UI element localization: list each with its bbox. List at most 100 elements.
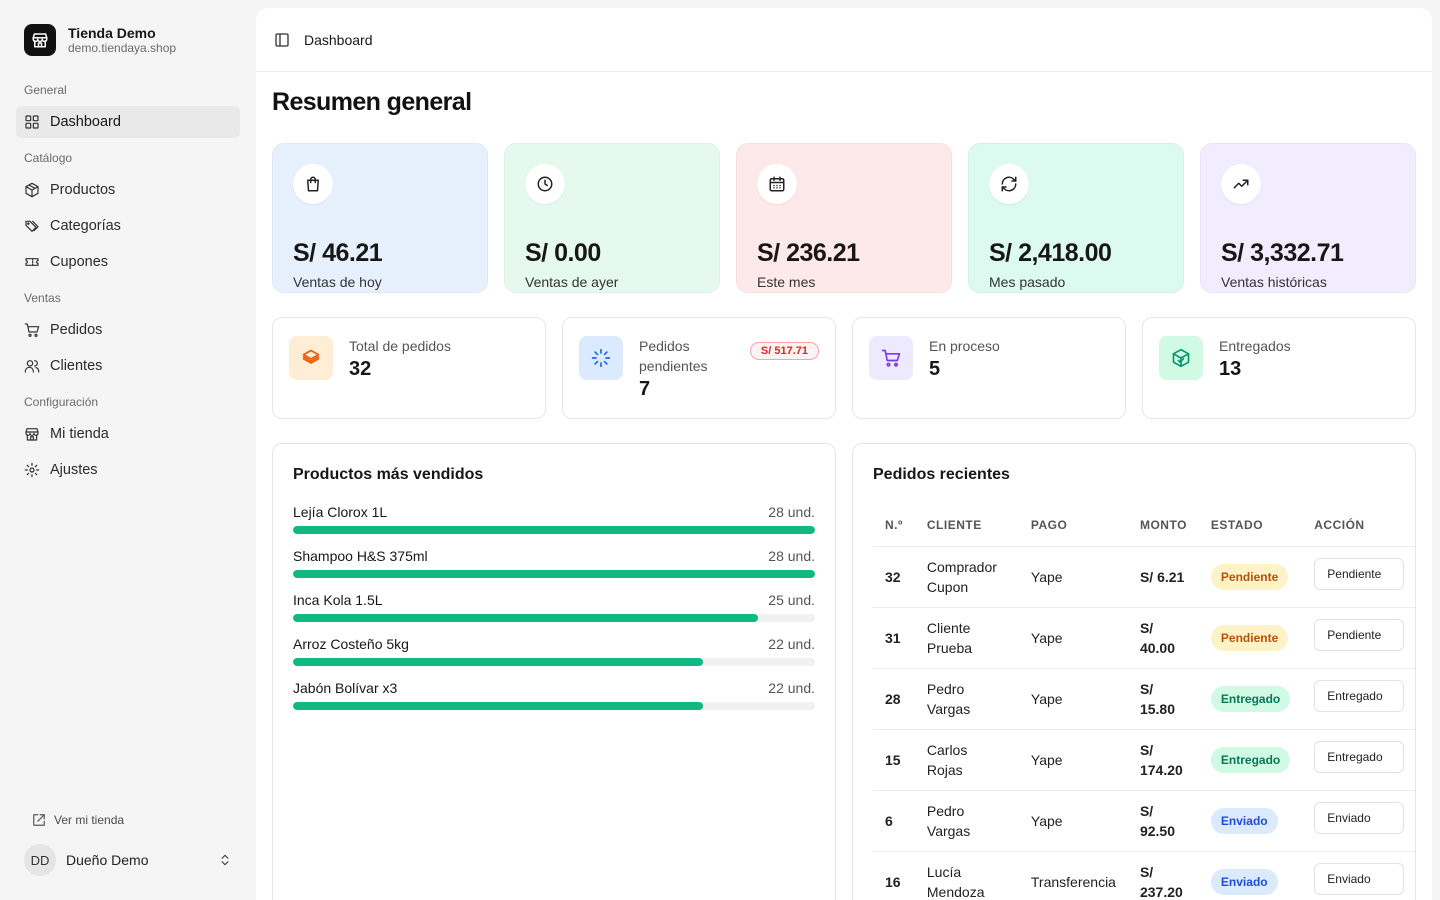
nav-group-label: Ventas [24, 291, 61, 305]
store-switcher[interactable]: Tienda Demo demo.tiendaya.shop [16, 8, 240, 56]
sidebar-item-categorias[interactable]: Categorías [16, 210, 240, 242]
package-check-icon [1172, 348, 1190, 368]
status-select[interactable]: Entregado [1314, 680, 1405, 712]
order-payment: Yape [1018, 546, 1128, 608]
nav-group-label: Catálogo [24, 151, 73, 165]
order-stats: Total de pedidos 32 Pedidos pendientes 7 S/ … [272, 317, 1416, 419]
cart-icon [24, 323, 40, 337]
tags-icon [25, 220, 39, 232]
client-name: Carlos Rojas [926, 741, 968, 778]
order-payment: Transferencia [1018, 851, 1128, 900]
order-action: Pendiente [1302, 607, 1415, 669]
status-badge: Enviado [1210, 868, 1278, 895]
stat-card: S/ 0.00 Ventas de ayer [504, 143, 720, 293]
list-item: Arroz Costeño 5kg 22 und. [293, 636, 815, 666]
status-badge: Pendiente [1210, 624, 1289, 651]
sidebar-item-label: Productos [50, 182, 116, 198]
product-qty: 28 und. [768, 504, 815, 520]
order-payment: Yape [1018, 790, 1128, 852]
order-stat-icon-wrap [289, 336, 333, 380]
table-row[interactable]: 16 Lucía Mendoza Transferencia S/ 237.20 Env… [873, 851, 1415, 900]
table-row[interactable]: 15 Carlos Rojas Yape S/ 174.20 Entregado Entr… [873, 729, 1415, 791]
refresh-icon [1001, 176, 1017, 192]
sidebar-item-productos[interactable]: Productos [16, 174, 240, 206]
view-store-label: Ver mi tienda [54, 813, 125, 827]
sales-stats: S/ 46.21 Ventas de hoy S/ 0.00 Ventas de ay… [272, 143, 1416, 293]
product-bar [293, 702, 815, 710]
status-select[interactable]: Entregado [1314, 741, 1405, 773]
clock-icon [537, 176, 553, 192]
sidebar-item-pedidos[interactable]: Pedidos [16, 314, 240, 346]
product-bar [293, 614, 815, 622]
user-name: Dueño Demo [66, 852, 149, 868]
stat-value: S/ 0.00 [525, 239, 601, 267]
product-bar-fill [293, 702, 703, 710]
store-domain: demo.tiendaya.shop [68, 41, 177, 55]
stat-icon-wrap [989, 164, 1029, 204]
sidebar-item-dashboard[interactable]: Dashboard [16, 106, 240, 138]
column-header: CLIENTE [914, 504, 1019, 547]
view-store-link[interactable]: Ver mi tienda [16, 806, 240, 834]
sidebar-item-cupones[interactable]: Cupones [16, 246, 240, 278]
client-name: Comprador Cupon [926, 558, 997, 595]
order-amount: S/ 174.20 [1127, 729, 1199, 791]
product-bar [293, 658, 815, 666]
order-action: Pendiente [1302, 546, 1415, 608]
product-bar-fill [293, 614, 758, 622]
column-header: ESTADO [1198, 504, 1303, 547]
order-amount: S/ 15.80 [1127, 668, 1199, 730]
status-select[interactable]: Pendiente [1314, 619, 1405, 651]
status-select[interactable]: Enviado [1314, 863, 1405, 895]
stat-label: Este mes [757, 274, 816, 290]
product-name: Arroz Costeño 5kg [293, 636, 409, 652]
page-title: Resumen general [272, 88, 472, 116]
user-menu[interactable]: DD Dueño Demo [16, 834, 240, 900]
top-products-list: Lejía Clorox 1L 28 und. Shampoo H&S 375ml 2… [293, 504, 815, 710]
order-stat-value: 7 [639, 378, 651, 400]
breadcrumb: Dashboard [304, 31, 373, 48]
sidebar-item-mi-tienda[interactable]: Mi tienda [16, 418, 240, 450]
list-item: Lejía Clorox 1L 28 und. [293, 504, 815, 534]
order-action: Entregado [1302, 729, 1415, 791]
product-qty: 22 und. [768, 636, 815, 652]
order-stat-card: Total de pedidos 32 [272, 317, 546, 419]
list-item: Shampoo H&S 375ml 28 und. [293, 548, 815, 578]
order-stat-card: En proceso 5 [852, 317, 1126, 419]
gear-icon [24, 462, 40, 478]
product-name: Jabón Bolívar x3 [293, 680, 398, 696]
table-row[interactable]: 28 Pedro Vargas Yape S/ 15.80 Entregado Entre… [873, 668, 1415, 730]
table-row[interactable]: 32 Comprador Cupon Yape S/ 6.21 Pendiente Pen… [873, 546, 1415, 608]
table-row[interactable]: 31 Cliente Prueba Yape S/ 40.00 Pendiente Pen… [873, 607, 1415, 669]
sidebar: Tienda Demo demo.tiendaya.shop General Da… [0, 0, 256, 900]
sidebar-item-clientes[interactable]: Clientes [16, 350, 240, 382]
order-stat-value: 5 [929, 358, 941, 380]
table-row[interactable]: 6 Pedro Vargas Yape S/ 92.50 Enviado Enviado [873, 790, 1415, 852]
main-content: Dashboard Resumen general S/ 46.21 Ventas… [256, 8, 1432, 900]
order-payment: Yape [1018, 668, 1128, 730]
sidebar-item-label: Pedidos [50, 322, 103, 338]
client-name: Pedro Vargas [926, 802, 971, 839]
column-header: N.º [873, 504, 915, 547]
order-action: Enviado [1302, 851, 1415, 900]
stat-card: S/ 2,418.00 Mes pasado [968, 143, 1184, 293]
sidebar-item-ajustes[interactable]: Ajustes [16, 454, 240, 486]
client-name: Cliente Prueba [926, 619, 973, 656]
sidebar-item-label: Mi tienda [50, 426, 109, 442]
store-icon [25, 428, 39, 441]
sidebar-item-label: Ajustes [50, 462, 98, 478]
top-products-title: Productos más vendidos [293, 466, 484, 483]
sidebar-item-label: Categorías [50, 218, 121, 234]
status-select[interactable]: Pendiente [1314, 558, 1405, 590]
order-payment: Yape [1018, 607, 1128, 669]
order-client: Lucía Mendoza [914, 851, 1019, 900]
stat-card: S/ 3,332.71 Ventas históricas [1200, 143, 1416, 293]
store-icon [24, 24, 56, 56]
sidebar-toggle-icon[interactable] [274, 32, 290, 48]
top-products-panel: Productos más vendidos Lejía Clorox 1L 28… [272, 443, 836, 900]
nav-group-label: Configuración [24, 395, 99, 409]
status-select[interactable]: Enviado [1314, 802, 1405, 834]
stat-card: S/ 236.21 Este mes [736, 143, 952, 293]
product-name: Shampoo H&S 375ml [293, 548, 428, 564]
order-action: Enviado [1302, 790, 1415, 852]
client-name: Lucía Mendoza [926, 863, 985, 900]
